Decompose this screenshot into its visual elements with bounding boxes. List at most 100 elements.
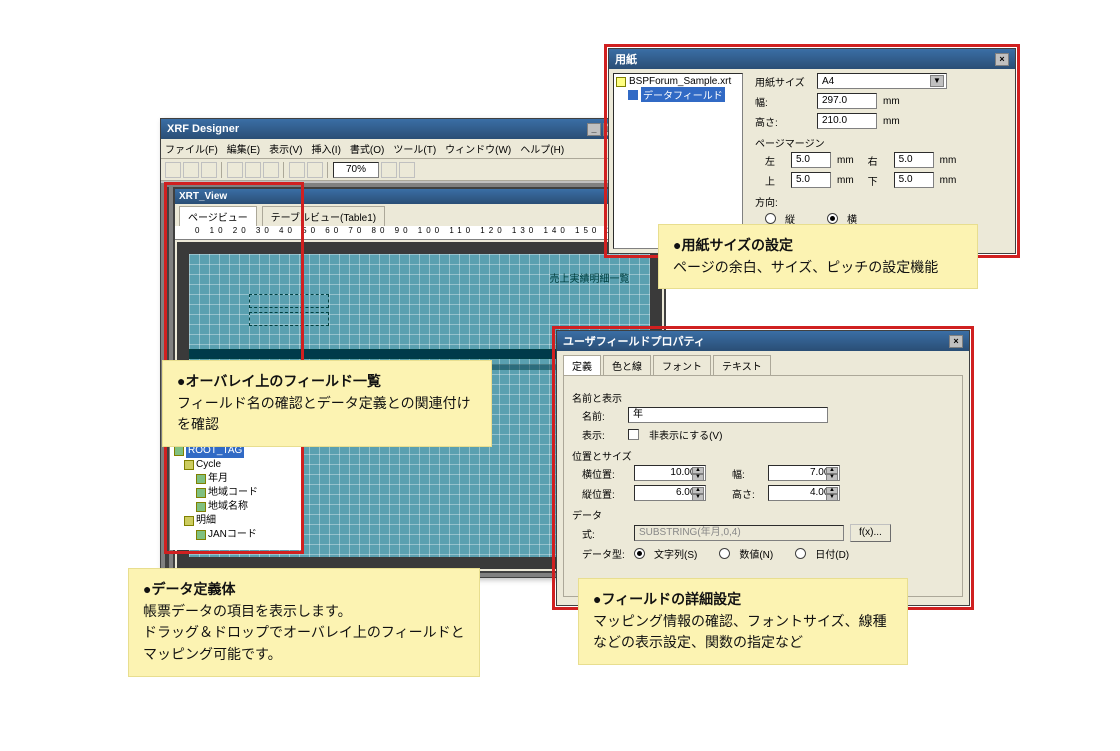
grp-pos: 位置とサイズ [572,448,954,463]
left-input[interactable]: 5.0 [791,152,831,168]
sep [221,162,223,178]
width-input[interactable]: 7.000▲▼ [768,465,840,481]
spin-down-icon[interactable]: ▼ [692,474,704,481]
data-item[interactable]: 地域コード [208,486,258,500]
minimize-icon[interactable]: _ [587,123,601,136]
tab-text[interactable]: テキスト [713,355,771,375]
data-item[interactable]: JANコード [208,528,257,542]
sep [327,162,329,178]
paper-tree[interactable]: BSPForum_Sample.xrt データフィールド [613,73,743,249]
cut-icon[interactable] [227,162,243,178]
field-dialog: ユーザフィールドプロパティ × 定義 色と線 フォント テキスト 名前と表示 名… [556,330,970,606]
view-title[interactable]: XRT_View × [175,189,664,204]
width-input[interactable]: 297.0 [817,93,877,109]
zoomin-icon[interactable] [381,162,397,178]
paper-title: 用紙 [615,51,637,67]
right-input[interactable]: 5.0 [894,152,934,168]
field-panel: 名前と表示 名前: 年 表示: 非表示にする(V) 位置とサイズ 横位置: 10… [563,375,963,597]
close-icon[interactable]: × [995,53,1009,66]
copy-icon[interactable] [245,162,261,178]
expr-input[interactable]: SUBSTRING(年月,0,4) [634,525,844,541]
type-date: 日付(D) [815,546,849,561]
callout-data: ●データ定義体 帳票データの項目を表示します。 ドラッグ＆ドロップでオーバレイ上… [128,568,480,677]
height-input[interactable]: 4.000▲▼ [768,485,840,501]
menu-view[interactable]: 表示(V) [269,141,302,156]
tab-tableview[interactable]: テーブルビュー(Table1) [262,206,386,226]
radio-date[interactable] [795,548,806,559]
menu-format[interactable]: 書式(O) [350,141,384,156]
menu-file[interactable]: ファイル(F) [165,141,218,156]
spin-up-icon[interactable]: ▲ [692,467,704,474]
size-select[interactable]: A4 ▼ [817,73,947,89]
hpos-label: 横位置: [582,466,628,481]
data-tree-panel[interactable]: ROOT_TAG Cycle 年月 地域コード 地域名称 明細 JANコード [170,440,302,550]
field-titlebar[interactable]: ユーザフィールドプロパティ × [557,331,969,351]
save-icon[interactable] [201,162,217,178]
data-item[interactable]: 年月 [208,472,228,486]
spin-up-icon[interactable]: ▲ [826,487,838,494]
radio-portrait[interactable] [765,213,776,224]
top-label: 上 [765,173,785,188]
cycle-icon [184,460,194,470]
tree-panel-title[interactable]: BSPForum_Sample.xrt × [167,189,169,204]
close-icon[interactable]: × [949,335,963,348]
chevron-down-icon[interactable]: ▼ [930,75,944,87]
paste-icon[interactable] [263,162,279,178]
h-label: 高さ: [732,486,762,501]
data-item[interactable]: 地域名称 [208,500,248,514]
callout-body2: ドラッグ＆ドロップでオーバレイ上のフィールドとマッピング可能です。 [143,622,465,665]
name-input[interactable]: 年 [628,407,828,423]
radio-number[interactable] [719,548,730,559]
name-label: 名前: [582,408,622,423]
spin-down-icon[interactable]: ▼ [692,494,704,501]
menu-window[interactable]: ウィンドウ(W) [445,141,511,156]
callout-head: ●オーバレイ上のフィールド一覧 [177,371,477,393]
field-box[interactable] [249,294,329,308]
width-label: 幅: [755,94,811,109]
paper-file[interactable]: BSPForum_Sample.xrt [629,76,731,87]
paper-node[interactable]: データフィールド [641,87,725,102]
redo-icon[interactable] [307,162,323,178]
disp-checkbox[interactable] [628,429,639,440]
field-tabs: 定義 色と線 フォント テキスト [563,355,963,375]
menu-help[interactable]: ヘルプ(H) [520,141,564,156]
tab-def[interactable]: 定義 [563,355,601,375]
menu-edit[interactable]: 編集(E) [227,141,260,156]
spin-up-icon[interactable]: ▲ [692,487,704,494]
hpos-input[interactable]: 10.000▲▼ [634,465,706,481]
leaf-icon [196,488,206,498]
expr-button[interactable]: f(x)... [850,524,891,542]
data-detail[interactable]: 明細 [196,514,216,528]
designer-titlebar[interactable]: XRF Designer _ □ × [161,119,639,139]
new-icon[interactable] [165,162,181,178]
vpos-input[interactable]: 6.000▲▼ [634,485,706,501]
undo-icon[interactable] [289,162,305,178]
radio-string[interactable] [634,548,645,559]
spin-up-icon[interactable]: ▲ [826,467,838,474]
report-title: 売上実績明細一覧 [550,270,630,285]
height-input[interactable]: 210.0 [817,113,877,129]
tab-font[interactable]: フォント [653,355,711,375]
callout-head: ●フィールドの詳細設定 [593,589,893,611]
unit: mm [837,155,854,166]
tab-pageview[interactable]: ページビュー [179,206,257,226]
bottom-input[interactable]: 5.0 [894,172,934,188]
field-box[interactable] [249,312,329,326]
radio-landscape[interactable] [827,213,838,224]
spin-down-icon[interactable]: ▼ [826,494,838,501]
top-input[interactable]: 5.0 [791,172,831,188]
open-icon[interactable] [183,162,199,178]
grp-data: データ [572,507,954,522]
tab-color[interactable]: 色と線 [603,355,651,375]
spin-down-icon[interactable]: ▼ [826,474,838,481]
paper-titlebar[interactable]: 用紙 × [609,49,1015,69]
menu-tools[interactable]: ツール(T) [393,141,436,156]
zoom-select[interactable]: 70% [333,162,379,178]
ruler-horizontal: 0 10 20 30 40 50 60 70 80 90 100 110 120… [175,226,664,240]
leaf-icon [196,474,206,484]
menu-insert[interactable]: 挿入(I) [311,141,340,156]
data-cycle[interactable]: Cycle [196,458,221,472]
leaf-icon [196,530,206,540]
callout-paper: ●用紙サイズの設定 ページの余白、サイズ、ピッチの設定機能 [658,224,978,289]
zoomout-icon[interactable] [399,162,415,178]
